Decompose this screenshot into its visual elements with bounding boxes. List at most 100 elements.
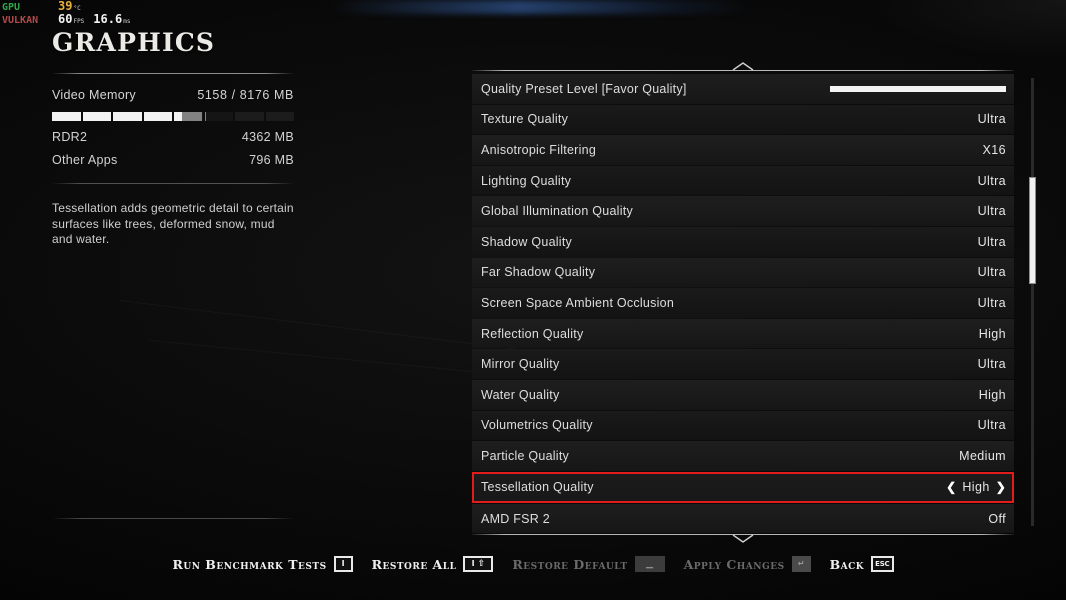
settings-row[interactable]: Particle Quality Medium — [472, 441, 1014, 471]
settings-row[interactable]: Shadow Quality Ultra — [472, 226, 1014, 257]
key-badge[interactable]: ESC — [871, 556, 894, 572]
settings-row-label: Screen Space Ambient Occlusion — [481, 295, 675, 310]
perf-api-label: VULKAN — [2, 15, 39, 26]
settings-row[interactable]: Water Quality High — [472, 379, 1014, 410]
settings-row-value: Ultra — [977, 234, 1006, 249]
action-bar: Run Benchmark Tests I Restore All I ⇧ Restore… — [0, 556, 1066, 572]
video-memory-segment — [265, 112, 294, 121]
settings-row-label: Quality Preset Level [Favor Quality] — [481, 81, 687, 96]
video-memory-fill-app — [174, 112, 182, 121]
memory-breakdown-row: RDR2 4362 MB — [52, 130, 294, 144]
video-memory-segment — [52, 112, 81, 121]
action-restore-all[interactable]: Restore All I ⇧ — [372, 556, 494, 572]
key-badge[interactable]: I ⇧ — [463, 556, 494, 572]
settings-row-label: Lighting Quality — [481, 173, 572, 188]
perf-temperature-unit: °C — [73, 5, 81, 12]
video-memory-segment — [204, 112, 233, 121]
settings-row-selector: ❮ High ❯ — [946, 480, 1006, 494]
action-restore-default: Restore Default ▁ — [512, 556, 665, 572]
video-memory-segment — [235, 112, 264, 121]
key-badge-disabled: ▁ — [634, 556, 665, 572]
settings-row-label: Texture Quality — [481, 112, 569, 127]
perf-row-api: VULKAN 60 FPS 16.6 ms — [2, 12, 130, 27]
settings-row[interactable]: Global Illumination Quality Ultra — [472, 196, 1014, 226]
video-memory-fill-app — [82, 112, 111, 121]
action-label: Run Benchmark Tests — [172, 556, 327, 572]
settings-row[interactable]: Quality Preset Level [Favor Quality] — [472, 74, 1014, 104]
action-label: Back — [829, 556, 865, 572]
video-memory-fill-empty — [235, 112, 264, 121]
settings-row-value: Ultra — [977, 204, 1006, 219]
settings-row[interactable]: Anisotropic Filtering X16 — [472, 135, 1014, 165]
background-corner-glow — [866, 0, 1066, 60]
settings-row-value: Ultra — [977, 112, 1006, 127]
settings-row-value: High — [978, 326, 1006, 341]
chevron-right-icon[interactable]: ❯ — [996, 481, 1006, 493]
panel-divider-mid — [52, 183, 294, 184]
video-memory-fill-app — [143, 112, 172, 121]
video-memory-value: 5158 / 8176 MB — [197, 88, 294, 102]
settings-row[interactable]: Volumetrics Quality Ultra — [472, 410, 1014, 441]
settings-row-value: X16 — [982, 142, 1006, 157]
shift-key-icon: ⇧ — [477, 558, 486, 569]
settings-row-label: Volumetrics Quality — [481, 418, 593, 433]
video-memory-segment — [174, 112, 203, 121]
action-label: Apply Changes — [683, 556, 785, 572]
chevron-left-icon[interactable]: ❮ — [946, 481, 956, 493]
settings-row[interactable]: Mirror Quality Ultra — [472, 349, 1014, 379]
perf-fps-value: 60 — [58, 12, 73, 26]
settings-row-value: Ultra — [977, 265, 1006, 280]
settings-row-label: Water Quality — [481, 387, 560, 402]
memory-breakdown-list: RDR2 4362 MB Other Apps 796 MB — [52, 130, 294, 167]
settings-row[interactable]: Reflection Quality High — [472, 318, 1014, 349]
action-label: Restore Default — [512, 556, 628, 572]
key-badge[interactable]: I — [333, 556, 353, 572]
memory-breakdown-label: RDR2 — [52, 130, 88, 144]
memory-breakdown-value: 4362 MB — [241, 130, 294, 144]
chevron-up-icon[interactable] — [732, 62, 754, 71]
quality-preset-slider[interactable] — [830, 85, 1006, 92]
perf-temperature-value: 39 — [58, 0, 73, 13]
settings-row-value: Ultra — [977, 295, 1006, 310]
settings-row-label: Mirror Quality — [481, 357, 560, 372]
settings-row-label: Far Shadow Quality — [481, 265, 596, 280]
settings-scrollbar-track[interactable] — [1029, 78, 1036, 526]
settings-row-value: Off — [988, 511, 1006, 526]
settings-row-value: Medium — [959, 448, 1006, 463]
action-apply-changes: Apply Changes ↵ — [684, 556, 811, 572]
list-bottom-edge — [472, 534, 1014, 544]
settings-row-selected[interactable]: Tessellation Quality ❮ High ❯ — [472, 471, 1014, 503]
settings-row[interactable]: AMD FSR 2 Off — [472, 503, 1014, 534]
setting-description: Tessellation adds geometric detail to ce… — [52, 201, 294, 246]
video-memory-fill-empty — [265, 112, 294, 121]
settings-row-value: High — [962, 480, 990, 495]
video-memory-fill-app — [52, 112, 81, 121]
settings-row-value: Ultra — [977, 173, 1006, 188]
enter-key-icon: ↵ — [791, 556, 811, 572]
settings-row[interactable]: Texture Quality Ultra — [472, 104, 1014, 135]
settings-row-value: High — [978, 387, 1006, 402]
settings-row-label: Tessellation Quality — [481, 480, 594, 495]
settings-row-label: Anisotropic Filtering — [481, 142, 597, 157]
video-memory-label: Video Memory — [52, 88, 136, 102]
settings-row-label: Global Illumination Quality — [481, 204, 633, 219]
settings-row-label: Particle Quality — [481, 448, 570, 463]
memory-breakdown-value: 796 MB — [249, 153, 294, 167]
perf-gpu-label: GPU — [2, 2, 21, 13]
chevron-down-icon[interactable] — [732, 534, 754, 544]
video-memory-fill-other — [204, 112, 206, 121]
video-memory-bar — [52, 112, 294, 121]
panel-divider-top — [52, 73, 294, 74]
memory-breakdown-row: Other Apps 796 MB — [52, 153, 294, 167]
video-memory-row: Video Memory 5158 / 8176 MB — [52, 88, 294, 102]
background-light-streak — [330, 0, 750, 14]
video-memory-segment — [143, 112, 172, 121]
action-run-benchmark-tests[interactable]: Run Benchmark Tests I — [172, 556, 353, 572]
settings-row[interactable]: Screen Space Ambient Occlusion Ultra — [472, 288, 1014, 318]
settings-row[interactable]: Far Shadow Quality Ultra — [472, 257, 1014, 288]
settings-row[interactable]: Lighting Quality Ultra — [472, 165, 1014, 196]
action-label: Restore All — [371, 556, 457, 572]
settings-scrollbar-thumb[interactable] — [1029, 176, 1036, 285]
action-back[interactable]: Back ESC — [830, 556, 894, 572]
perf-frametime-value: 16.6 — [93, 12, 123, 26]
